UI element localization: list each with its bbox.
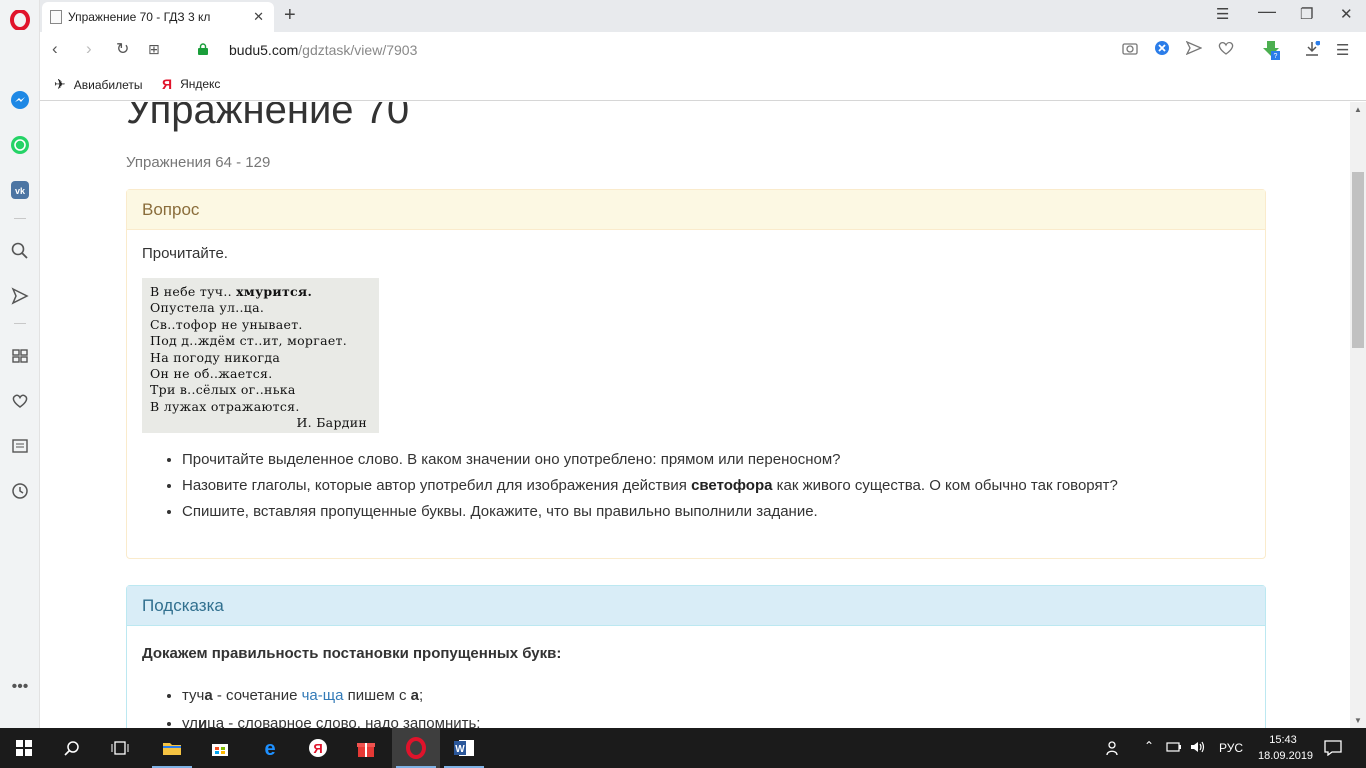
close-window-icon[interactable]: ✕	[1340, 5, 1353, 23]
gift-app-button[interactable]	[342, 728, 390, 768]
tab-title: Упражнение 70 - ГДЗ 3 кл	[68, 10, 211, 24]
language-indicator[interactable]: РУС	[1219, 741, 1243, 755]
hint-list: туча - сочетание ча-ща пишем с а; улица …	[142, 682, 1250, 728]
snapshot-icon[interactable]	[1122, 41, 1138, 59]
adblock-icon[interactable]	[1154, 40, 1170, 60]
lock-icon	[198, 43, 208, 55]
back-icon[interactable]: ‹	[52, 39, 58, 59]
edge-icon: e	[264, 738, 275, 758]
speed-dial-icon[interactable]	[9, 345, 31, 367]
yandex-browser-icon: Я	[309, 739, 327, 757]
gift-icon	[357, 743, 375, 757]
list-item: Прочитайте выделенное слово. В каком зна…	[182, 447, 1250, 473]
messenger-icon[interactable]	[9, 89, 31, 111]
task-view-button[interactable]	[96, 728, 144, 768]
folder-icon	[163, 743, 181, 755]
edge-button[interactable]: e	[246, 728, 294, 768]
question-panel: Вопрос Прочитайте. В небе туч.. хмурится…	[126, 189, 1266, 559]
hint-title: Докажем правильность постановки пропущен…	[142, 645, 562, 662]
question-list: Прочитайте выделенное слово. В каком зна…	[142, 447, 1250, 525]
heart-icon[interactable]	[9, 390, 31, 412]
restore-icon[interactable]: ❐	[1300, 5, 1313, 23]
new-tab-icon[interactable]: +	[284, 4, 296, 27]
bookmark-aviabilety[interactable]: ✈ Авиабилеты	[54, 76, 142, 93]
clock[interactable]: 15:43 18.09.2019	[1258, 732, 1313, 764]
word-button[interactable]: W	[440, 728, 488, 768]
page-favicon-icon	[50, 10, 62, 24]
page-title: Упражнение 70	[126, 102, 410, 132]
send-icon[interactable]	[9, 285, 31, 307]
taskbar: e Я W ⌃ РУС 15:43 18.09.2019	[0, 728, 1366, 768]
tabs-overview-icon[interactable]: ⊞	[148, 41, 160, 58]
share-icon[interactable]	[1185, 40, 1203, 59]
more-icon[interactable]: •••	[9, 676, 31, 698]
bookmark-heart-icon[interactable]	[1218, 41, 1234, 59]
volume-icon[interactable]	[1190, 740, 1206, 757]
scroll-thumb[interactable]	[1352, 172, 1364, 348]
easy-setup-icon[interactable]: ☰	[1336, 41, 1349, 59]
hint-panel: Подсказка Докажем правильность постановк…	[126, 585, 1266, 728]
scroll-down-icon[interactable]: ▼	[1354, 716, 1362, 725]
windows-icon	[16, 740, 32, 756]
page-subtitle: Упражнения 64 - 129	[126, 154, 271, 171]
list-item: Спишите, вставляя пропущенные буквы. Док…	[182, 499, 1250, 525]
vk-icon[interactable]: vk	[9, 179, 31, 201]
svg-text:e: e	[264, 738, 275, 758]
downloads-icon[interactable]	[1304, 40, 1321, 61]
task-view-icon	[111, 741, 129, 755]
list-item: улица - словарное слово, надо запомнить;	[182, 710, 1250, 728]
tab-bar: Упражнение 70 - ГДЗ 3 кл ✕ + ☰ — ❐ ✕	[40, 0, 1366, 32]
page-scrollbar[interactable]: ▲ ▼	[1350, 102, 1366, 728]
bookmarks-bar: ✈ Авиабилеты Я Яндекс	[40, 68, 1366, 101]
opera-menu-icon[interactable]	[9, 9, 31, 31]
search-icon	[64, 741, 79, 756]
forward-icon[interactable]: ›	[86, 39, 92, 59]
start-button[interactable]	[0, 728, 48, 768]
battery-icon[interactable]	[1166, 740, 1182, 757]
store-icon	[212, 744, 228, 756]
tab-active[interactable]: Упражнение 70 - ГДЗ 3 кл ✕	[42, 2, 274, 32]
list-item: Назовите глаголы, которые автор употреби…	[182, 473, 1250, 499]
svg-text:W: W	[455, 744, 465, 755]
opera-button[interactable]	[392, 728, 440, 768]
question-header: Вопрос	[127, 190, 1265, 230]
tab-close-icon[interactable]: ✕	[253, 9, 264, 25]
minimize-icon[interactable]: —	[1258, 1, 1276, 22]
rule-link[interactable]: ча-ща	[302, 687, 344, 704]
word-icon: W	[454, 740, 474, 756]
bookmark-yandex[interactable]: Я Яндекс	[162, 76, 220, 92]
page-content: Упражнение 70 Упражнения 64 - 129 Вопрос…	[40, 102, 1350, 728]
reload-icon[interactable]: ↻	[116, 39, 129, 59]
search-button[interactable]	[48, 728, 96, 768]
address-bar: ‹ › ↻ ⊞ budu5.com/gdztask/view/7903 ? ☰	[40, 32, 1366, 68]
store-button[interactable]	[196, 728, 244, 768]
tray-expand-icon[interactable]: ⌃	[1144, 739, 1154, 753]
extension-download-icon[interactable]: ?	[1260, 39, 1282, 65]
url-field[interactable]: budu5.com/gdztask/view/7903	[229, 42, 417, 58]
hint-header: Подсказка	[127, 586, 1265, 626]
yandex-icon: Я	[162, 76, 173, 92]
svg-text:vk: vk	[15, 186, 26, 196]
yandex-browser-button[interactable]: Я	[294, 728, 342, 768]
scroll-up-icon[interactable]: ▲	[1354, 105, 1362, 114]
svg-text:Я: Я	[313, 741, 322, 756]
people-icon[interactable]	[1106, 740, 1122, 759]
tab-menu-icon[interactable]: ☰	[1216, 5, 1229, 23]
search-icon[interactable]	[9, 240, 31, 262]
history-icon[interactable]	[9, 480, 31, 502]
opera-sidebar: vk •••	[0, 0, 40, 728]
svg-text:?: ?	[1274, 53, 1278, 60]
file-explorer-button[interactable]	[148, 728, 196, 768]
airplane-icon: ✈	[54, 76, 66, 92]
opera-icon	[406, 737, 426, 759]
action-center-icon[interactable]	[1324, 740, 1342, 759]
list-item: туча - сочетание ча-ща пишем с а;	[182, 682, 1250, 710]
question-intro: Прочитайте.	[142, 245, 228, 262]
whatsapp-icon[interactable]	[9, 134, 31, 156]
news-icon[interactable]	[9, 435, 31, 457]
poem-image: В небе туч.. хмурится. Опустела ул..ца. …	[142, 278, 379, 433]
